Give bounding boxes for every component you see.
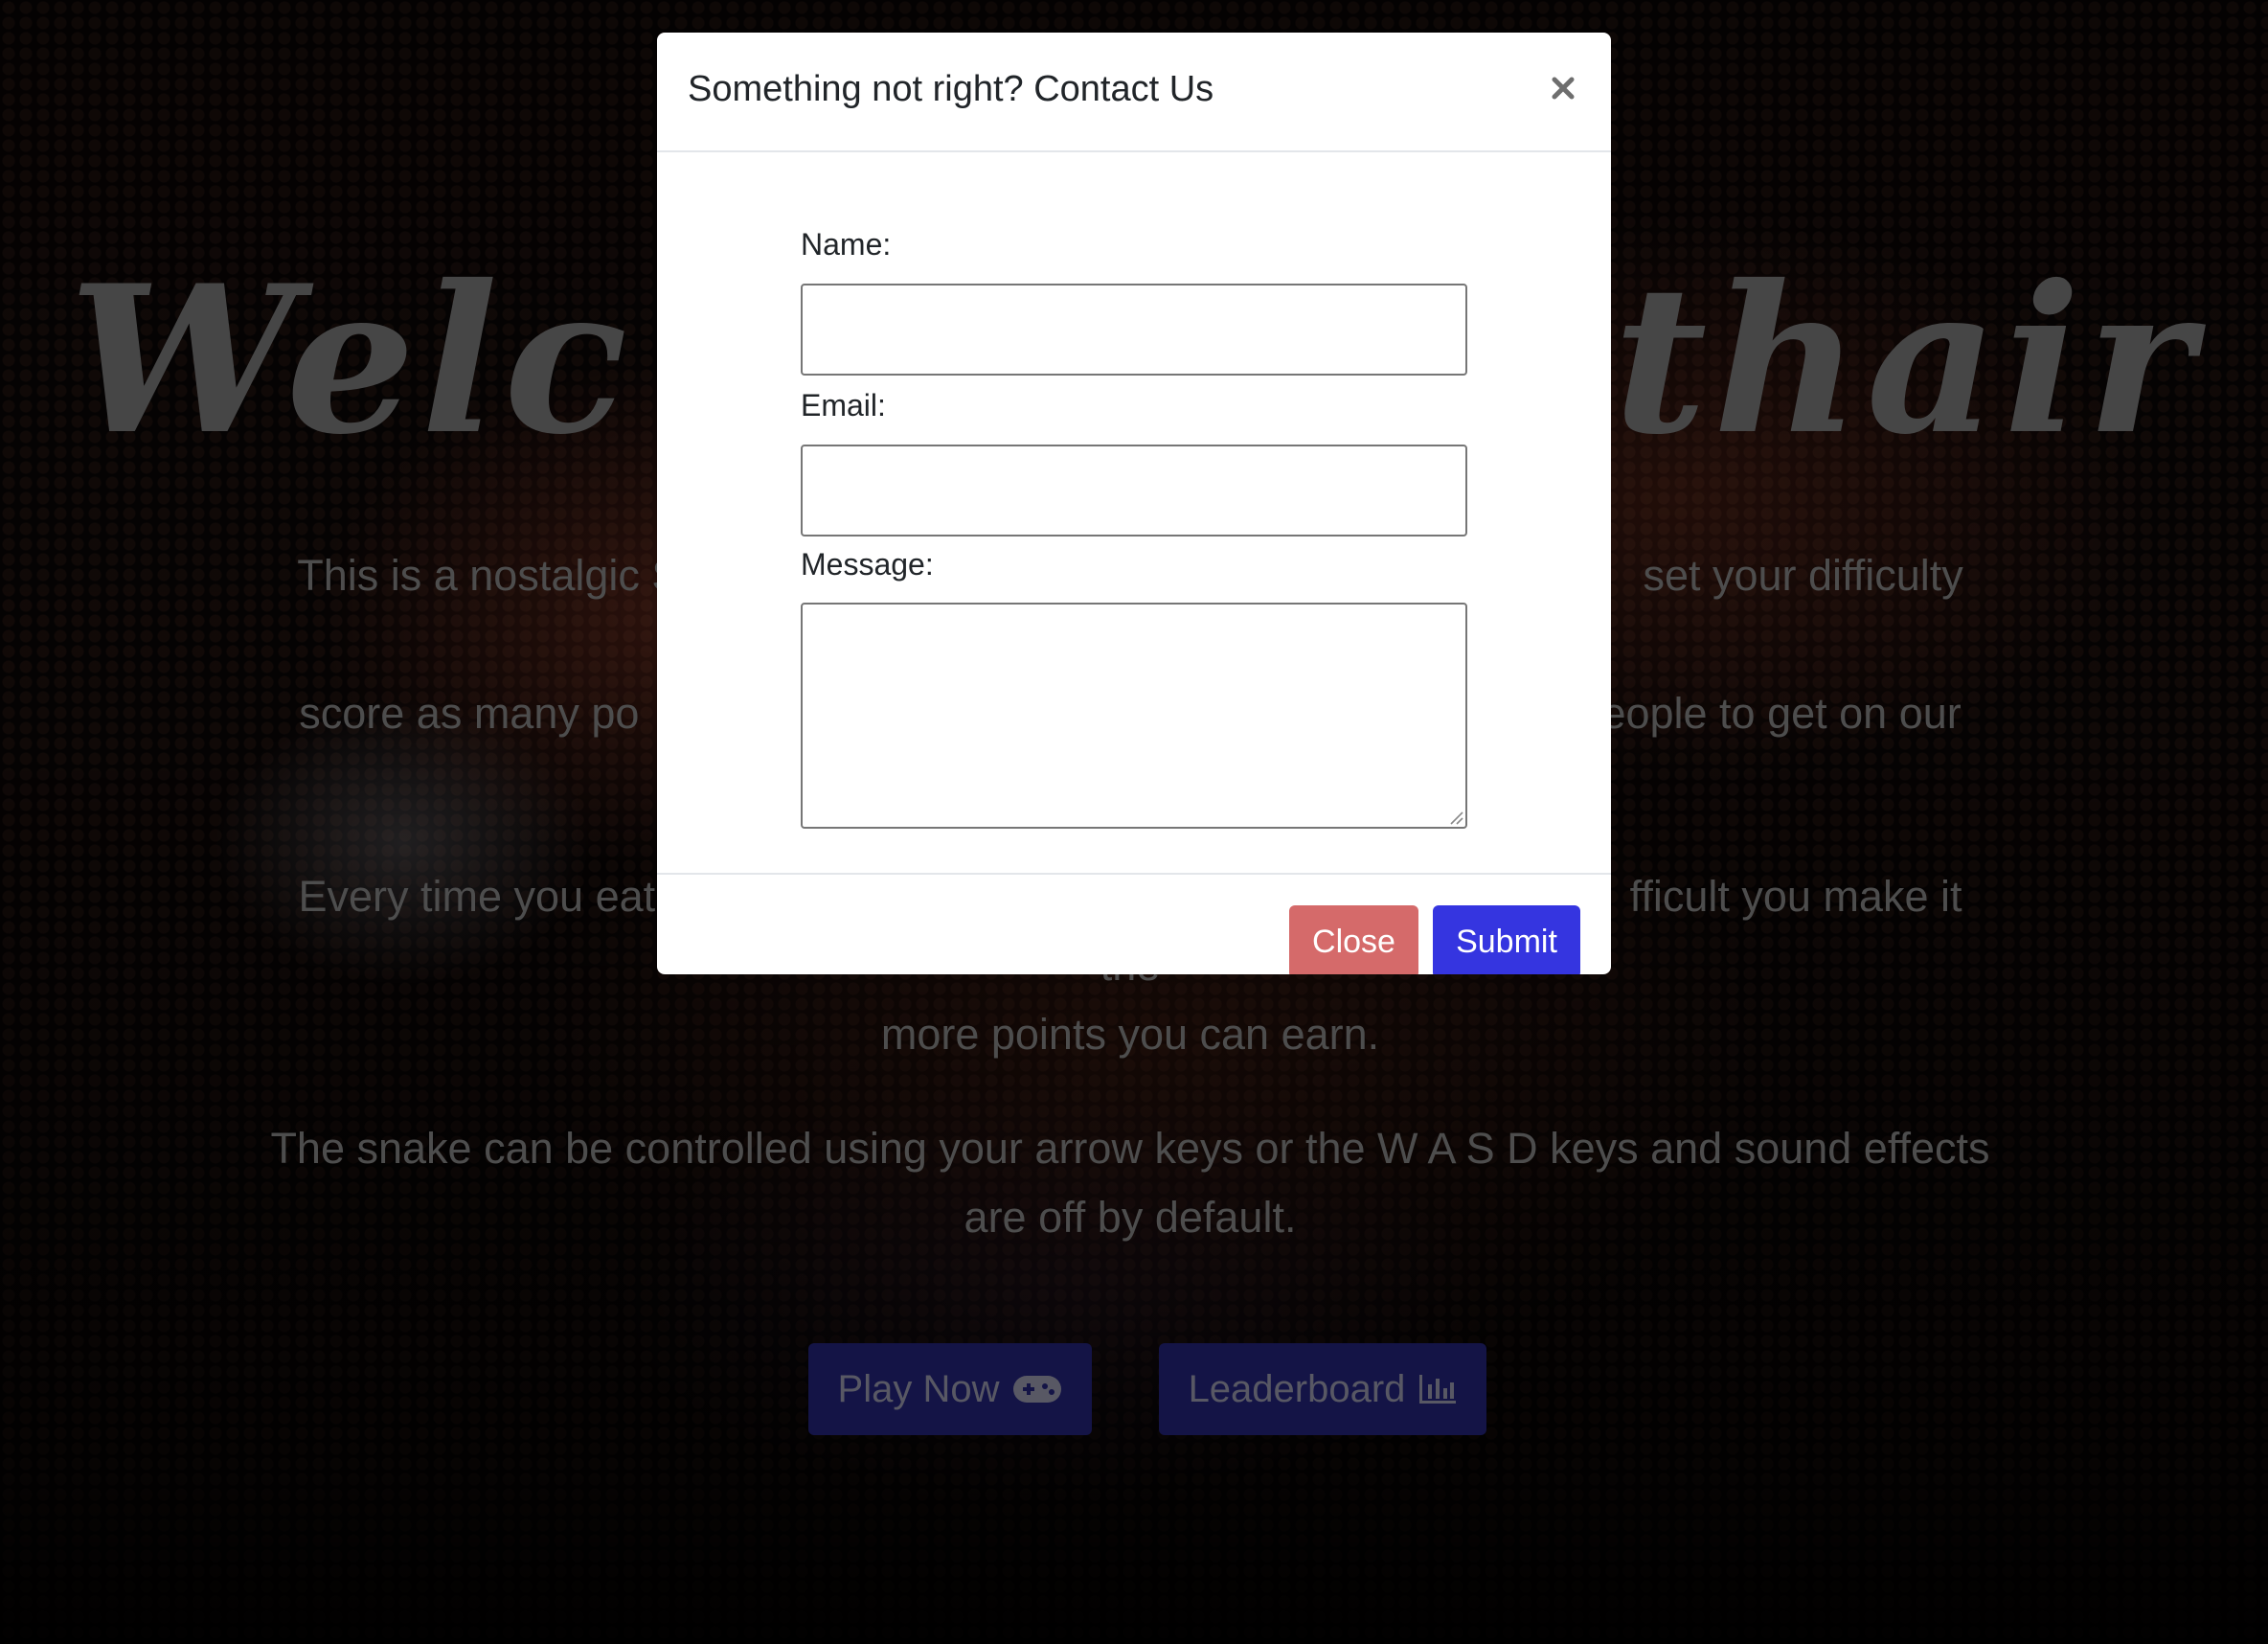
message-textarea[interactable] <box>801 603 1467 829</box>
email-label: Email: <box>801 388 886 422</box>
modal-header: Something not right? Contact Us <box>657 33 1611 152</box>
submit-button[interactable]: Submit <box>1433 905 1580 974</box>
name-label: Name: <box>801 227 892 262</box>
modal-body: Name: Email: Message: <box>657 152 1611 873</box>
modal-title: Something not right? Contact Us <box>688 69 1214 109</box>
message-label: Message: <box>801 547 934 582</box>
page: Welcathair This is a nostalgic Snset you… <box>0 0 2268 1644</box>
close-button[interactable]: Close <box>1289 905 1418 974</box>
contact-modal: Something not right? Contact Us Name: Em… <box>657 33 1611 974</box>
textarea-resize-handle-icon[interactable] <box>1448 810 1463 825</box>
close-icon[interactable] <box>1544 69 1582 107</box>
name-input[interactable] <box>801 284 1467 376</box>
email-input[interactable] <box>801 445 1467 537</box>
modal-footer: Close Submit <box>657 873 1611 974</box>
